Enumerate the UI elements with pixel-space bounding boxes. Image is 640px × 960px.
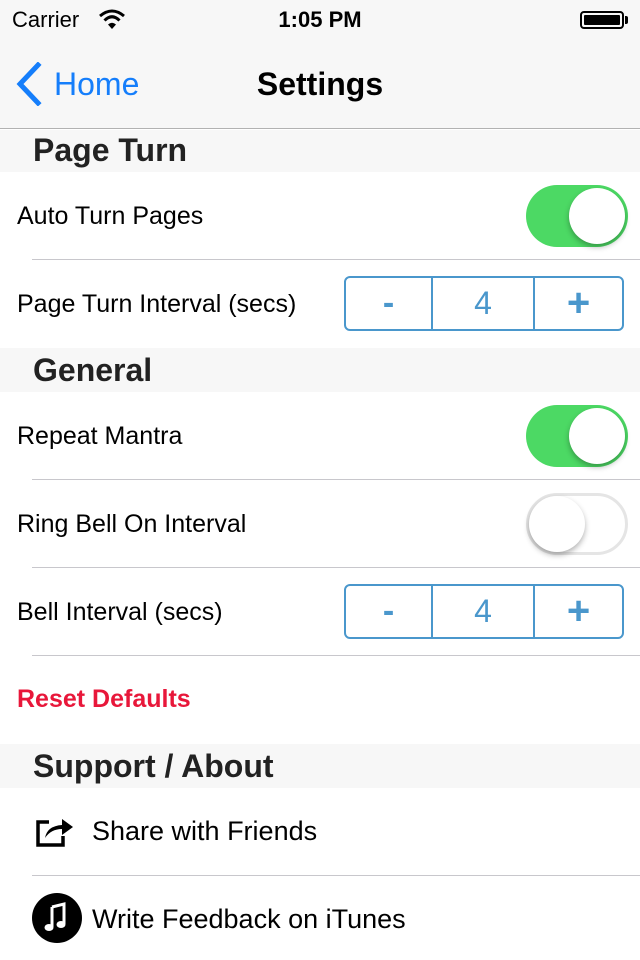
- page-title: Settings: [0, 66, 640, 103]
- row-bell-interval: Bell Interval (secs) - 4 +: [0, 568, 640, 656]
- bell-interval-stepper: - 4 +: [344, 584, 624, 639]
- row-label: Repeat Mantra: [17, 422, 183, 450]
- increment-button[interactable]: +: [535, 278, 622, 329]
- reset-defaults-button[interactable]: Reset Defaults: [17, 685, 191, 714]
- clock: 1:05 PM: [278, 7, 362, 32]
- itunes-music-note-icon: [32, 893, 82, 943]
- increment-button[interactable]: +: [535, 586, 622, 637]
- page-title-text: Settings: [256, 66, 384, 102]
- row-label: Auto Turn Pages: [17, 202, 204, 230]
- write-feedback-item[interactable]: Write Feedback on iTunes: [0, 876, 640, 960]
- decrement-button[interactable]: -: [346, 278, 433, 329]
- share-icon: [36, 819, 73, 847]
- row-label: Page Turn Interval (secs): [17, 290, 297, 318]
- section-header-support: Support / About: [0, 744, 640, 788]
- row-auto-turn-pages: Auto Turn Pages: [0, 172, 640, 260]
- section-title: General: [33, 352, 153, 388]
- row-reset-defaults: Reset Defaults: [0, 656, 640, 744]
- row-page-turn-interval: Page Turn Interval (secs) - 4 +: [0, 260, 640, 348]
- repeat-mantra-toggle[interactable]: [526, 405, 628, 467]
- share-with-friends-item[interactable]: Share with Friends: [0, 788, 640, 876]
- section-title: Page Turn: [33, 132, 188, 168]
- row-repeat-mantra: Repeat Mantra: [0, 392, 640, 480]
- auto-turn-pages-toggle[interactable]: [526, 185, 628, 247]
- section-header-general: General: [0, 348, 640, 392]
- page-turn-interval-stepper: - 4 +: [344, 276, 624, 331]
- stepper-value: 4: [433, 586, 535, 637]
- section-header-page-turn: Page Turn: [0, 130, 640, 172]
- toggle-knob: [529, 496, 585, 552]
- row-label: Ring Bell On Interval: [17, 510, 247, 538]
- decrement-button[interactable]: -: [346, 586, 433, 637]
- toggle-knob: [569, 408, 625, 464]
- item-label: Share with Friends: [92, 816, 318, 846]
- status-bar: Carrier 1:05 PM: [0, 0, 640, 40]
- section-title: Support / About: [33, 748, 274, 784]
- stepper-value: 4: [433, 278, 535, 329]
- row-ring-bell: Ring Bell On Interval: [0, 480, 640, 568]
- battery-tip: [625, 16, 628, 24]
- ring-bell-toggle[interactable]: [526, 493, 628, 555]
- item-label: Write Feedback on iTunes: [92, 904, 406, 934]
- battery-icon: [580, 11, 624, 29]
- navigation-bar: Home Settings: [0, 40, 640, 129]
- toggle-knob: [569, 188, 625, 244]
- row-label: Bell Interval (secs): [17, 598, 223, 626]
